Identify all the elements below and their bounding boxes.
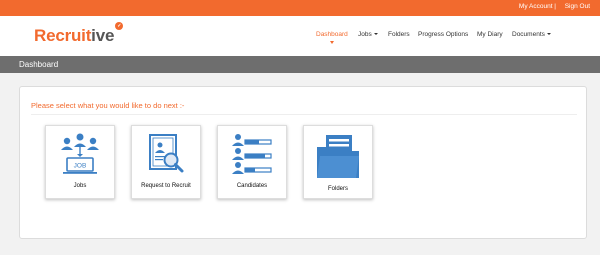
logo[interactable]: Recruitive ✓ — [34, 22, 124, 46]
nav-dashboard[interactable]: Dashboard — [316, 31, 348, 44]
tile-label-jobs: Jobs — [73, 183, 87, 189]
svg-text:JOB: JOB — [74, 163, 87, 170]
nav-my-diary-label: My Diary — [477, 31, 503, 38]
chevron-down-icon — [546, 33, 551, 35]
candidates-tile[interactable]: Candidates — [217, 125, 287, 199]
logo-badge-icon: ✓ — [115, 22, 124, 30]
tile-label-candidates: Candidates — [236, 183, 268, 189]
page-title: Dashboard — [19, 60, 59, 69]
nav-my-diary[interactable]: My Diary — [477, 31, 503, 38]
people-job-icon: JOB — [61, 133, 99, 174]
logo-text-part1: Recruit — [34, 26, 92, 45]
my-account-link[interactable]: My Account | — [519, 3, 556, 10]
nav-documents[interactable]: Documents — [512, 31, 551, 38]
tile-label-folders: Folders — [327, 186, 348, 192]
instruction-text: Please select what you would like to do … — [31, 101, 185, 110]
nav-dashboard-label: Dashboard — [316, 31, 348, 38]
nav-documents-label: Documents — [512, 31, 545, 38]
folder-icon — [317, 135, 359, 178]
active-indicator-icon — [330, 41, 334, 44]
nav-folders-label: Folders — [388, 31, 410, 38]
folders-tile[interactable]: Folders — [303, 125, 373, 199]
logo-text-part2: ive — [91, 26, 115, 45]
header: Recruitive ✓ Dashboard Jobs Folders Prog… — [0, 16, 600, 56]
request-to-recruit-tile[interactable]: Request to Recruit — [131, 125, 201, 199]
dashboard-panel: Please select what you would like to do … — [19, 86, 587, 239]
document-search-icon — [149, 134, 184, 173]
section-title-bar: Dashboard — [0, 56, 600, 73]
nav-jobs-label: Jobs — [358, 31, 372, 38]
nav-progress-options[interactable]: Progress Options — [418, 31, 468, 38]
nav-folders[interactable]: Folders — [388, 31, 410, 38]
nav-progress-options-label: Progress Options — [418, 31, 469, 38]
nav-jobs[interactable]: Jobs — [358, 31, 378, 38]
candidates-list-icon — [232, 134, 272, 174]
jobs-tile[interactable]: JOB Jobs — [45, 125, 115, 199]
tile-label-request-to-recruit: Request to Recruit — [141, 183, 191, 189]
divider — [31, 114, 577, 115]
top-bar: My Account | Sign Out — [0, 0, 600, 16]
chevron-down-icon — [373, 33, 378, 35]
sign-out-link[interactable]: Sign Out — [565, 3, 590, 10]
